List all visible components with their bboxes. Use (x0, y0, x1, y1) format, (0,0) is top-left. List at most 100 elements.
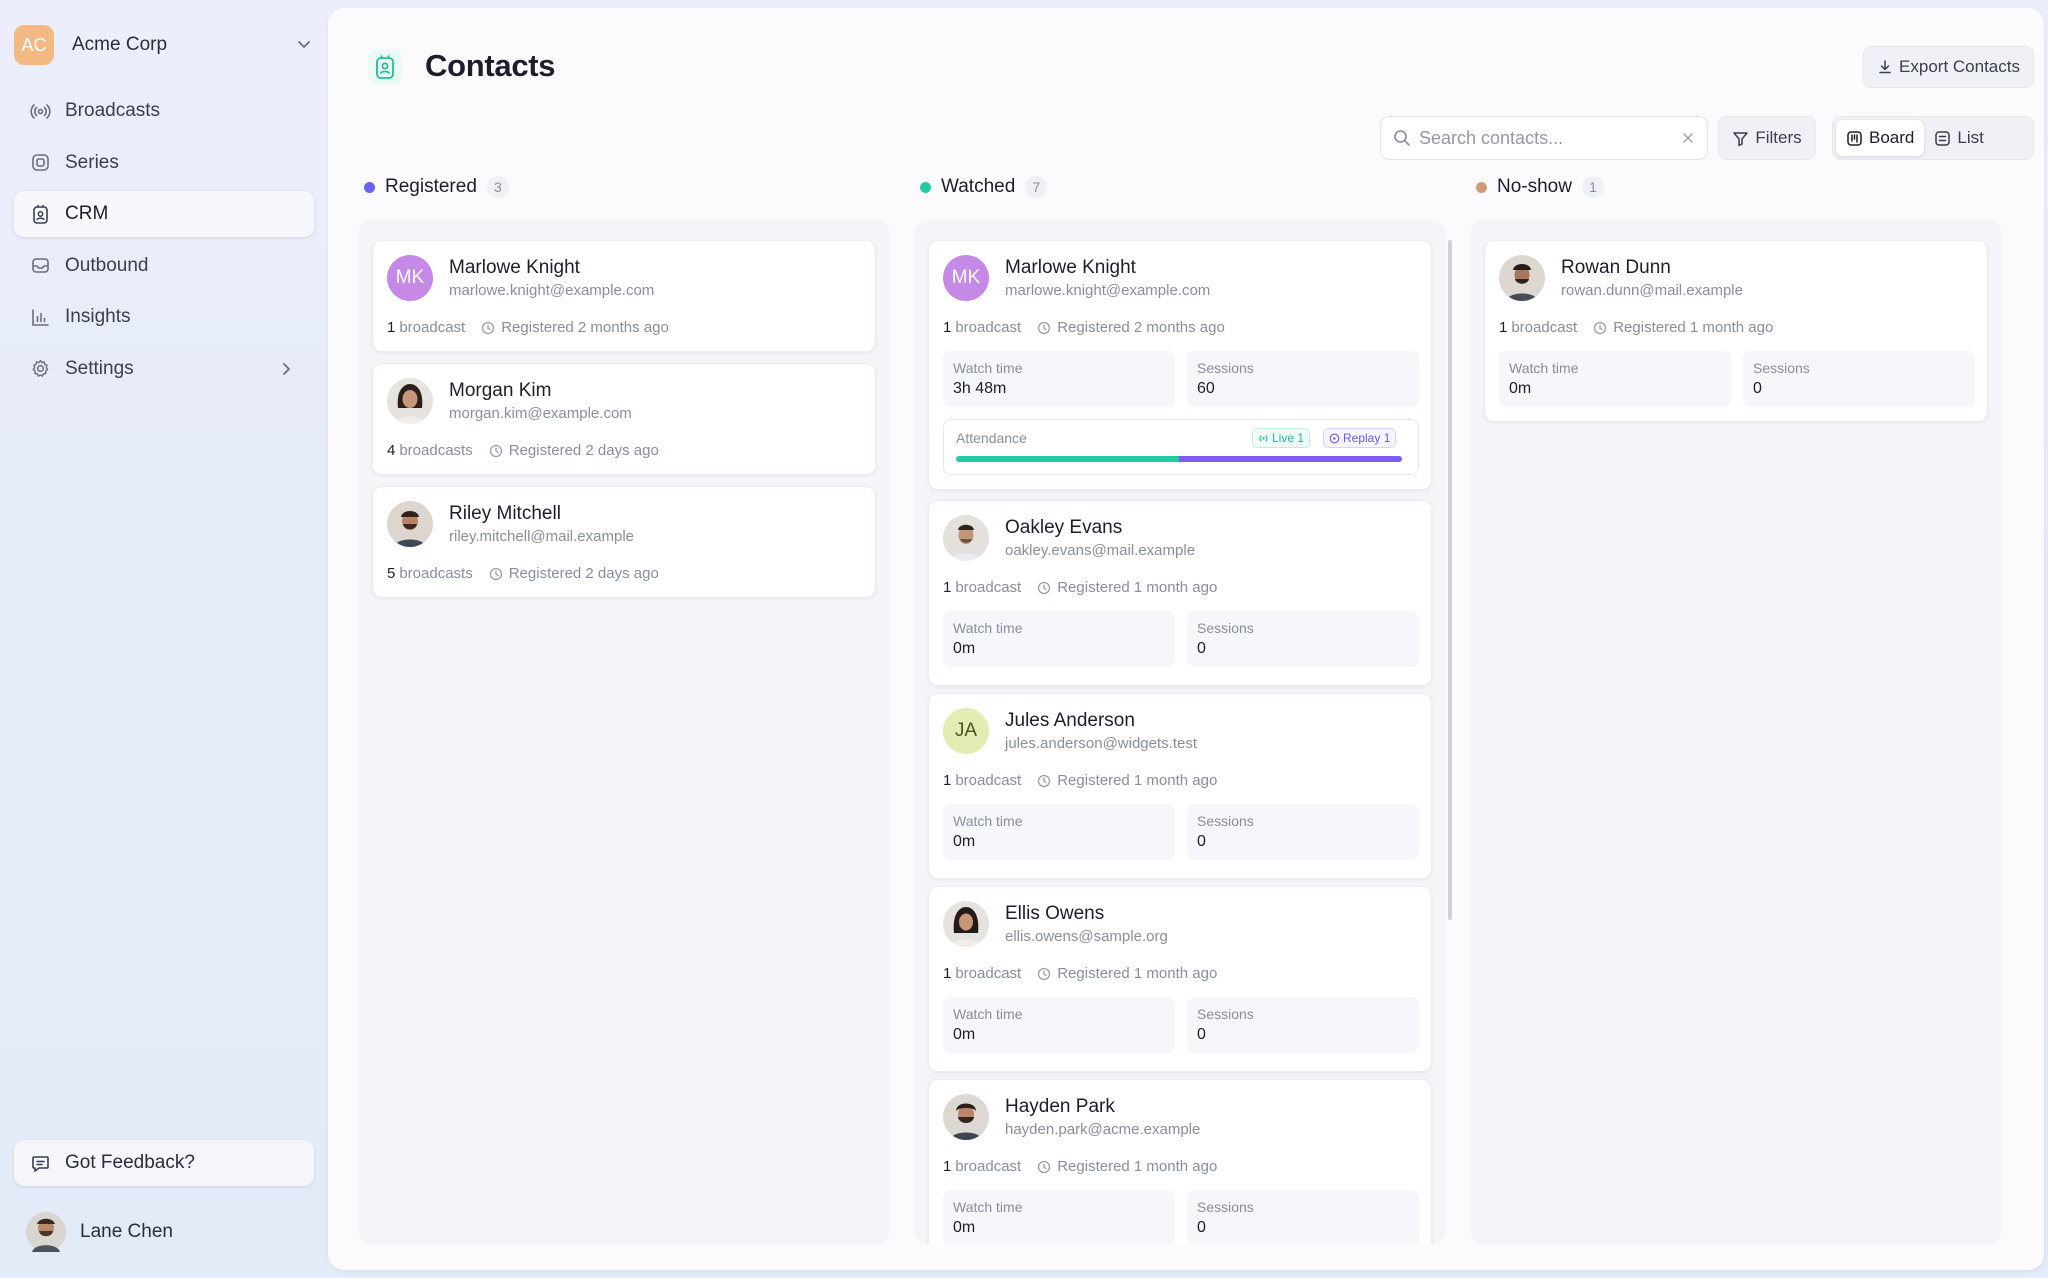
broadcast-count: 1 (387, 319, 396, 336)
filters-button[interactable]: Filters (1718, 116, 1816, 160)
contact-card[interactable]: Morgan Kim morgan.kim@example.com 4 broa… (372, 363, 876, 475)
list-view-button[interactable]: List (1924, 120, 1993, 156)
stat-label: Sessions (1197, 620, 1254, 636)
contact-card[interactable]: MK Marlowe Knight marlowe.knight@example… (928, 240, 1432, 490)
contact-email: ellis.owens@sample.org (1005, 928, 1168, 945)
series-icon (30, 152, 51, 173)
gear-icon (30, 358, 51, 379)
replay-icon (1329, 433, 1340, 443)
contact-card[interactable]: JA Jules Anderson jules.anderson@widgets… (928, 693, 1432, 879)
column-no-show: Rowan Dunn rowan.dunn@mail.example 1 bro… (1470, 220, 2002, 1244)
watch-time-stat: Watch time 0m (943, 611, 1175, 667)
column-watched: MK Marlowe Knight marlowe.knight@example… (914, 220, 1446, 1244)
broadcast-word: broadcast (955, 965, 1022, 982)
column-scrollbar[interactable] (1448, 240, 1452, 920)
org-name: Acme Corp (72, 34, 168, 55)
contact-meta: 5 broadcasts Registered 2 days ago (387, 565, 659, 582)
stat-value: 0 (1197, 1219, 1206, 1236)
stat-label: Sessions (1197, 360, 1254, 376)
attendance-live-segment (956, 456, 1179, 462)
list-view-label: List (1957, 128, 1984, 147)
close-icon[interactable] (1681, 131, 1695, 145)
bar-chart-icon (30, 307, 51, 328)
sidebar-item-crm[interactable]: CRM (14, 191, 314, 237)
attendance-replay-segment (1179, 456, 1402, 462)
broadcast-word: broadcast (955, 1158, 1022, 1175)
inbox-icon (30, 255, 51, 276)
sidebar-item-label: Settings (65, 357, 134, 379)
sessions-stat: Sessions 0 (1187, 611, 1419, 667)
sidebar-item-label: Broadcasts (65, 100, 161, 121)
stat-value: 0m (953, 640, 976, 657)
crm-icon (30, 204, 51, 225)
contact-name: Riley Mitchell (449, 503, 561, 524)
column-title: Watched (941, 176, 1016, 197)
stat-value: 0 (1197, 833, 1206, 850)
stat-label: Watch time (953, 620, 1023, 636)
registered-time: Registered 1 month ago (1613, 319, 1774, 336)
user-name: Lane Chen (80, 1221, 173, 1242)
user-profile[interactable]: Lane Chen (26, 1212, 173, 1252)
contact-name: Oakley Evans (1005, 517, 1123, 538)
contact-card[interactable]: Oakley Evans oakley.evans@mail.example 1… (928, 500, 1432, 686)
status-dot (920, 181, 931, 193)
contact-card[interactable]: MK Marlowe Knight marlowe.knight@example… (372, 240, 876, 352)
feedback-button[interactable]: Got Feedback? (14, 1140, 314, 1186)
stat-value: 0 (1197, 1026, 1206, 1043)
sidebar-item-label: CRM (65, 203, 109, 224)
registered-time: Registered 1 month ago (1057, 1158, 1218, 1175)
export-label: Export Contacts (1899, 57, 2020, 76)
watch-time-stat: Watch time 0m (943, 804, 1175, 860)
contact-email: hayden.park@acme.example (1005, 1121, 1201, 1138)
stat-value: 0 (1753, 380, 1762, 397)
contact-card[interactable]: Ellis Owens ellis.owens@sample.org 1 bro… (928, 886, 1432, 1072)
contact-email: jules.anderson@widgets.test (1005, 735, 1197, 752)
filters-label: Filters (1755, 128, 1802, 147)
contact-meta: 1 broadcast Registered 1 month ago (943, 772, 1217, 789)
sidebar-item-insights[interactable]: Insights (14, 294, 314, 340)
contact-card[interactable]: Hayden Park hayden.park@acme.example 1 b… (928, 1079, 1432, 1244)
sidebar-item-outbound[interactable]: Outbound (14, 243, 314, 289)
main-panel: Contacts Export Contacts Filters Board L… (328, 8, 2044, 1270)
search-box (1380, 116, 1708, 160)
sidebar-item-settings[interactable]: Settings (14, 346, 314, 392)
stat-label: Watch time (1509, 360, 1579, 376)
board-view-button[interactable]: Board (1836, 120, 1925, 156)
stat-label: Watch time (953, 1006, 1023, 1022)
broadcast-count: 1 (943, 579, 952, 596)
contact-card[interactable]: Rowan Dunn rowan.dunn@mail.example 1 bro… (1484, 240, 1988, 422)
broadcast-icon (1259, 434, 1268, 442)
download-icon (1879, 60, 1891, 74)
avatar (26, 1212, 66, 1252)
status-dot (364, 181, 375, 193)
broadcast-count: 1 (943, 965, 952, 982)
org-switcher[interactable]: AC Acme Corp (14, 22, 314, 68)
broadcast-word: broadcasts (399, 565, 473, 582)
stat-label: Watch time (953, 360, 1023, 376)
contact-meta: 1 broadcast Registered 1 month ago (943, 965, 1217, 982)
contact-email: marlowe.knight@example.com (1005, 282, 1211, 299)
live-label: Live 1 (1272, 431, 1305, 445)
search-icon (1394, 130, 1410, 146)
contact-name: Rowan Dunn (1561, 257, 1671, 278)
registered-time: Registered 1 month ago (1057, 579, 1218, 596)
stat-value: 0m (1509, 380, 1532, 397)
search-input[interactable] (1419, 127, 1681, 149)
clock-icon (1593, 321, 1607, 335)
sidebar-item-series[interactable]: Series (14, 140, 314, 186)
avatar (387, 501, 433, 547)
replay-label: Replay 1 (1343, 431, 1391, 445)
avatar: JA (943, 708, 989, 754)
export-contacts-button[interactable]: Export Contacts (1863, 46, 2034, 88)
contact-name: Marlowe Knight (1005, 257, 1136, 278)
stat-value: 3h 48m (953, 380, 1007, 397)
clock-icon (1037, 581, 1051, 595)
sidebar-item-broadcasts[interactable]: Broadcasts (14, 88, 314, 134)
sidebar-item-label: Outbound (65, 254, 149, 276)
contact-card[interactable]: Riley Mitchell riley.mitchell@mail.examp… (372, 486, 876, 598)
broadcast-count: 1 (1499, 319, 1508, 336)
column-registered: MK Marlowe Knight marlowe.knight@example… (358, 220, 890, 1244)
board-view-label: Board (1869, 128, 1915, 147)
broadcast-count: 5 (387, 565, 396, 582)
stat-label: Watch time (953, 1199, 1023, 1215)
